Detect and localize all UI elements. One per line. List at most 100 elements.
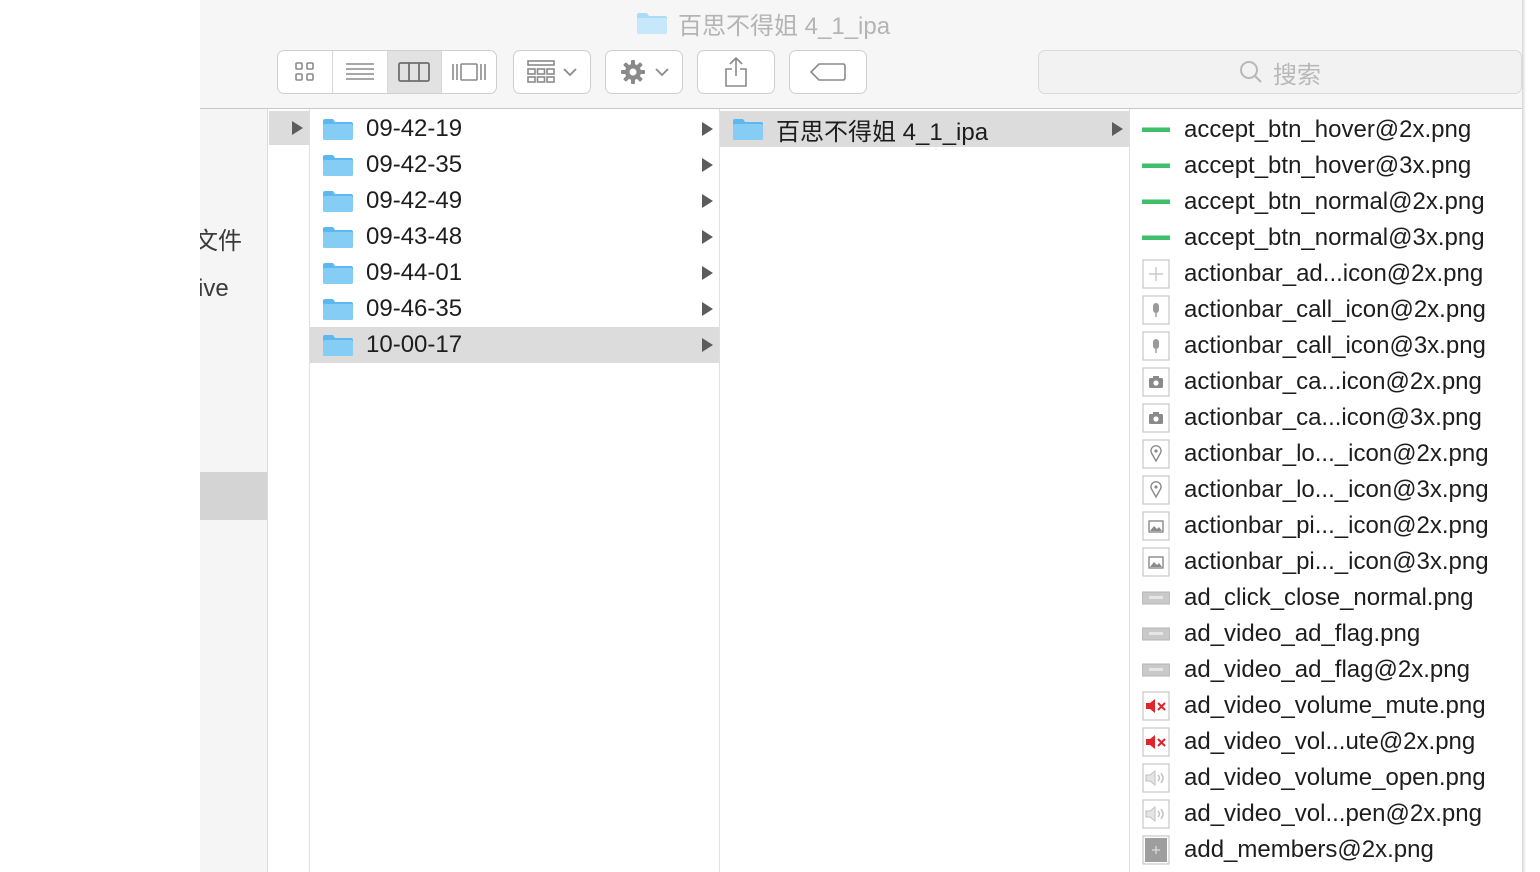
folder-row[interactable]: 09-42-19	[310, 111, 719, 147]
file-row[interactable]: ad_click_close_normal.png	[1130, 580, 1522, 616]
share-icon	[725, 57, 747, 87]
folder-row[interactable]: 09-43-48	[310, 219, 719, 255]
folder-row[interactable]: 09-46-35	[310, 291, 719, 327]
file-name: actionbar_ad...icon@2x.png	[1184, 260, 1484, 287]
add-member-thumbnail-icon	[1142, 835, 1170, 865]
disclosure-arrow-icon	[702, 122, 713, 136]
file-name: ad_video_volume_open.png	[1184, 764, 1486, 791]
disclosure-arrow-icon	[702, 194, 713, 208]
sidebar-item-drive[interactable]: ive	[200, 275, 229, 303]
file-name: actionbar_lo..._icon@2x.png	[1184, 440, 1489, 467]
folder-icon	[322, 297, 354, 321]
file-row[interactable]: accept_btn_hover@2x.png	[1130, 112, 1522, 148]
column-1-selected-row[interactable]	[269, 111, 309, 145]
coverflow-view-button[interactable]	[442, 51, 496, 93]
file-row[interactable]: accept_btn_hover@3x.png	[1130, 148, 1522, 184]
arrange-button[interactable]	[513, 50, 591, 94]
column-2: 09-42-19 09-42-35 09-42-49 09-43-48 09-44-01…	[310, 109, 720, 872]
gray-bar-thumbnail-icon	[1141, 619, 1171, 649]
disclosure-arrow-icon	[702, 302, 713, 316]
plus-thumbnail-icon	[1142, 259, 1170, 289]
file-name: ad_video_vol...ute@2x.png	[1184, 728, 1476, 755]
column-1	[269, 109, 310, 872]
green-button-thumbnail-icon	[1142, 151, 1170, 181]
microphone-thumbnail-icon	[1142, 295, 1170, 325]
folder-name: 09-42-49	[366, 187, 463, 214]
speaker-thumbnail-icon	[1142, 799, 1170, 829]
file-row[interactable]: actionbar_ca...icon@3x.png	[1130, 400, 1522, 436]
file-row[interactable]: ad_video_ad_flag@2x.png	[1130, 652, 1522, 688]
folder-name: 09-44-01	[366, 259, 463, 286]
disclosure-arrow-icon	[292, 121, 303, 135]
camera-thumbnail-icon	[1142, 367, 1170, 397]
sidebar-item-documents[interactable]: 文件	[200, 221, 242, 256]
folder-icon	[322, 225, 354, 249]
location-pin-thumbnail-icon	[1142, 439, 1170, 469]
picture-thumbnail-icon	[1142, 511, 1170, 541]
file-row[interactable]: actionbar_pi..._icon@3x.png	[1130, 544, 1522, 580]
file-row[interactable]: accept_btn_normal@3x.png	[1130, 220, 1522, 256]
folder-row[interactable]: 09-44-01	[310, 255, 719, 291]
folder-name: 09-42-19	[366, 115, 463, 142]
gray-bar-thumbnail-icon	[1141, 583, 1171, 613]
file-name: accept_btn_hover@3x.png	[1184, 152, 1472, 179]
file-name: actionbar_lo..._icon@3x.png	[1184, 476, 1489, 503]
mute-speaker-thumbnail-icon	[1142, 727, 1170, 757]
file-name: actionbar_call_icon@2x.png	[1184, 296, 1486, 323]
file-row[interactable]: ad_video_vol...pen@2x.png	[1130, 796, 1522, 832]
file-name: ad_video_vol...pen@2x.png	[1184, 800, 1482, 827]
folder-row[interactable]: 百思不得姐 4_1_ipa	[720, 111, 1129, 147]
action-menu-button[interactable]	[605, 50, 683, 94]
disclosure-arrow-icon	[702, 230, 713, 244]
tag-icon	[810, 63, 846, 81]
file-row[interactable]: actionbar_call_icon@3x.png	[1130, 328, 1522, 364]
icon-view-icon	[295, 62, 314, 81]
icon-view-button[interactable]	[278, 51, 333, 93]
tag-button[interactable]	[789, 50, 867, 94]
file-row[interactable]: ad_video_vol...ute@2x.png	[1130, 724, 1522, 760]
window-shadow	[1522, 0, 1526, 872]
file-row[interactable]: ad_video_volume_mute.png	[1130, 688, 1522, 724]
file-name: accept_btn_normal@2x.png	[1184, 188, 1485, 215]
file-name: ad_video_volume_mute.png	[1184, 692, 1486, 719]
file-row[interactable]: actionbar_lo..._icon@3x.png	[1130, 472, 1522, 508]
search-icon	[1240, 61, 1262, 83]
picture-thumbnail-icon	[1142, 547, 1170, 577]
folder-icon	[322, 261, 354, 285]
speaker-thumbnail-icon	[1142, 763, 1170, 793]
window-title-text: 百思不得姐 4_1_ipa	[678, 12, 891, 40]
desktop-background	[0, 0, 200, 872]
folder-row[interactable]: 09-42-35	[310, 147, 719, 183]
green-button-thumbnail-icon	[1142, 187, 1170, 217]
file-row[interactable]: ad_video_volume_open.png	[1130, 760, 1522, 796]
file-row[interactable]: actionbar_ad...icon@2x.png	[1130, 256, 1522, 292]
folder-icon	[636, 11, 668, 35]
location-pin-thumbnail-icon	[1142, 475, 1170, 505]
file-name: actionbar_ca...icon@2x.png	[1184, 368, 1482, 395]
file-name: accept_btn_hover@2x.png	[1184, 116, 1472, 143]
list-view-button[interactable]	[333, 51, 388, 93]
disclosure-arrow-icon	[702, 158, 713, 172]
file-row[interactable]: actionbar_pi..._icon@2x.png	[1130, 508, 1522, 544]
file-row[interactable]: actionbar_call_icon@2x.png	[1130, 292, 1522, 328]
folder-row[interactable]: 09-42-49	[310, 183, 719, 219]
gear-icon	[621, 60, 645, 84]
search-field[interactable]: 搜索	[1038, 50, 1522, 94]
folder-row[interactable]: 10-00-17	[310, 327, 719, 363]
share-button[interactable]	[697, 50, 775, 94]
file-row[interactable]: actionbar_lo..._icon@2x.png	[1130, 436, 1522, 472]
folder-icon	[322, 153, 354, 177]
file-row[interactable]: ad_video_ad_flag.png	[1130, 616, 1522, 652]
file-name: actionbar_pi..._icon@2x.png	[1184, 512, 1489, 539]
disclosure-arrow-icon	[702, 338, 713, 352]
file-row[interactable]: add_members@2x.png	[1130, 832, 1522, 868]
file-row[interactable]: actionbar_ca...icon@2x.png	[1130, 364, 1522, 400]
file-name: actionbar_call_icon@3x.png	[1184, 332, 1486, 359]
window-title: 百思不得姐 4_1_ipa	[636, 6, 890, 40]
file-row[interactable]: accept_btn_normal@2x.png	[1130, 184, 1522, 220]
folder-icon	[732, 117, 764, 141]
folder-name: 10-00-17	[366, 331, 463, 358]
file-name: accept_btn_normal@3x.png	[1184, 224, 1485, 251]
column-view-button[interactable]	[387, 51, 443, 93]
sidebar-selected-item[interactable]	[200, 472, 267, 520]
